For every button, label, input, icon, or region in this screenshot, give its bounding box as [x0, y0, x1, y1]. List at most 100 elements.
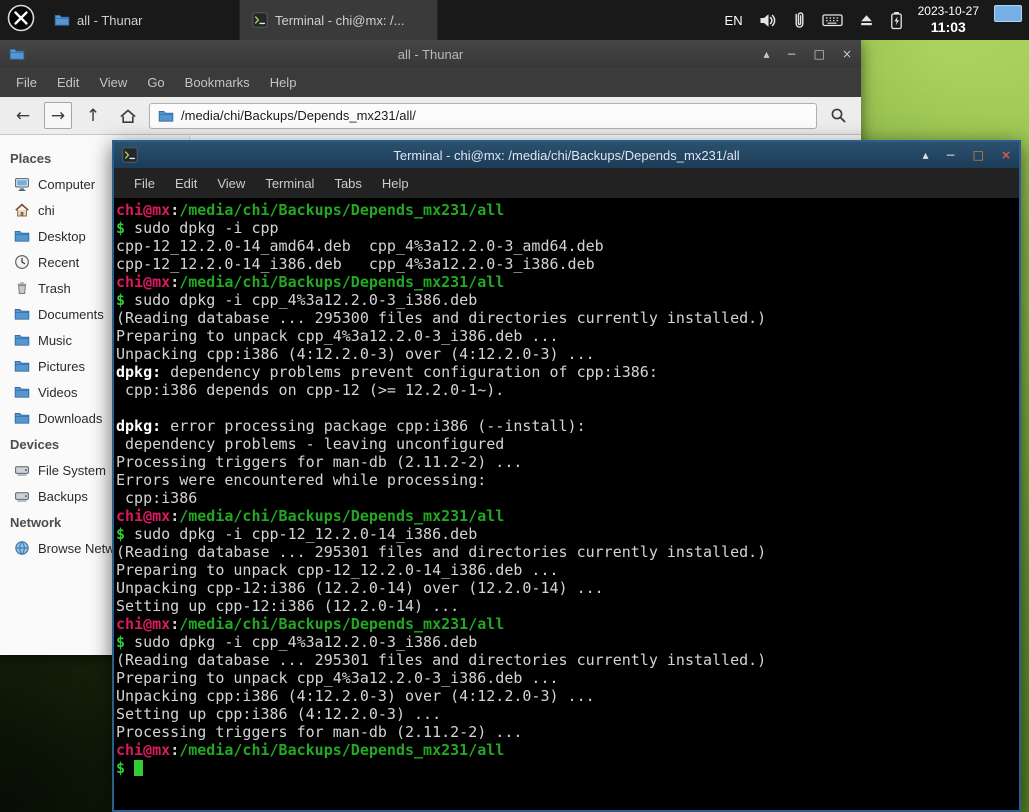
panel-time: 11:03: [930, 18, 966, 35]
sidebar-item-label: Trash: [38, 280, 71, 296]
screenshot-widget-icon[interactable]: [994, 5, 1022, 22]
forward-button[interactable]: →: [44, 102, 72, 129]
up-button[interactable]: ↑: [79, 102, 107, 129]
terminal-line: Unpacking cpp:i386 (4:12.2.0-3) over (4:…: [116, 345, 595, 363]
sidebar-item-label: Desktop: [38, 228, 86, 244]
terminal-line: Setting up cpp:i386 (4:12.2.0-3) ...: [116, 705, 442, 723]
thunar-menu-go[interactable]: Go: [137, 71, 174, 94]
thunar-titlebar[interactable]: all - Thunar ▴ − □ ×: [0, 40, 861, 68]
maximize-button[interactable]: □: [814, 47, 825, 61]
terminal-line: chi@mx:/media/chi/Backups/Depends_mx231/…: [116, 615, 505, 633]
thunar-toolbar: ← → ↑ /media/chi/Backups/Depends_mx231/a…: [0, 97, 861, 135]
folder-icon: [158, 108, 174, 124]
terminal-icon: [252, 12, 268, 28]
terminal-line: dpkg: dependency problems prevent config…: [116, 363, 658, 381]
folder-icon: [14, 332, 30, 348]
terminal-cursor: [134, 760, 144, 776]
taskbar-item-thunar[interactable]: all - Thunar: [42, 0, 240, 40]
terminal-output[interactable]: chi@mx:/media/chi/Backups/Depends_mx231/…: [114, 198, 1019, 810]
sidebar-item-label: chi: [38, 202, 55, 218]
terminal-icon: [122, 147, 138, 163]
minimize-button[interactable]: −: [787, 47, 797, 61]
thunar-menu-view[interactable]: View: [89, 71, 137, 94]
clipboard-icon[interactable]: [792, 11, 807, 30]
thunar-window-controls: ▴ − □ ×: [764, 47, 853, 61]
sidebar-item-label: Backups: [38, 488, 88, 504]
search-button[interactable]: [824, 102, 852, 129]
thunar-menu-help[interactable]: Help: [260, 71, 307, 94]
sidebar-item-label: Recent: [38, 254, 80, 270]
location-path: /media/chi/Backups/Depends_mx231/all/: [181, 108, 416, 123]
terminal-titlebar[interactable]: Terminal - chi@mx: /media/chi/Backups/De…: [114, 142, 1019, 168]
thunar-menubar: File Edit View Go Bookmarks Help: [0, 68, 861, 97]
terminal-line: cpp-12_12.2.0-14_amd64.deb cpp_4%3a12.2.…: [116, 237, 604, 255]
keyboard-icon[interactable]: [821, 12, 843, 28]
close-button[interactable]: ×: [1001, 148, 1011, 162]
terminal-line: Processing triggers for man-db (2.11.2-2…: [116, 723, 523, 741]
terminal-menu-edit[interactable]: Edit: [165, 171, 207, 196]
close-button[interactable]: ×: [842, 47, 852, 61]
terminal-menu-file[interactable]: File: [124, 171, 165, 196]
sidebar-item-label: Videos: [38, 384, 78, 400]
minimize-button[interactable]: −: [946, 148, 956, 162]
keyboard-layout-indicator[interactable]: EN: [725, 13, 743, 28]
thunar-menu-edit[interactable]: Edit: [47, 71, 89, 94]
terminal-menu-view[interactable]: View: [207, 171, 255, 196]
folder-icon: [14, 306, 30, 322]
terminal-line: Unpacking cpp:i386 (4:12.2.0-3) over (4:…: [116, 687, 595, 705]
clock[interactable]: 2023-10-27 11:03: [918, 4, 979, 35]
terminal-line: chi@mx:/media/chi/Backups/Depends_mx231/…: [116, 507, 505, 525]
terminal-line: chi@mx:/media/chi/Backups/Depends_mx231/…: [116, 201, 505, 219]
thunar-menu-file[interactable]: File: [6, 71, 47, 94]
trash-icon: [14, 280, 30, 296]
sidebar-item-label: Pictures: [38, 358, 85, 374]
thunar-icon: [9, 46, 25, 62]
terminal-line: $ sudo dpkg -i cpp: [116, 219, 279, 237]
drive-icon: [14, 488, 30, 504]
terminal-line: Unpacking cpp-12:i386 (12.2.0-14) over (…: [116, 579, 604, 597]
terminal-menu-tabs[interactable]: Tabs: [324, 171, 371, 196]
terminal-line: $ sudo dpkg -i cpp-12_12.2.0-14_i386.deb: [116, 525, 478, 543]
volume-icon[interactable]: [758, 11, 777, 30]
terminal-line: Setting up cpp-12:i386 (12.2.0-14) ...: [116, 597, 460, 615]
task-label: all - Thunar: [77, 12, 143, 28]
terminal-menu-help[interactable]: Help: [372, 171, 419, 196]
terminal-line: dependency problems - leaving unconfigur…: [116, 435, 505, 453]
terminal-line: Errors were encountered while processing…: [116, 471, 487, 489]
panel-left: all - Thunar Terminal - chi@mx: /...: [0, 0, 438, 40]
terminal-line: Processing triggers for man-db (2.11.2-2…: [116, 453, 523, 471]
location-bar[interactable]: /media/chi/Backups/Depends_mx231/all/: [149, 102, 817, 129]
taskbar-item-terminal[interactable]: Terminal - chi@mx: /...: [240, 0, 438, 40]
folder-icon: [14, 358, 30, 374]
maximize-button[interactable]: □: [973, 148, 984, 162]
home-button[interactable]: [114, 102, 142, 129]
task-label: Terminal - chi@mx: /...: [275, 12, 405, 28]
shade-button[interactable]: ▴: [923, 148, 929, 162]
terminal-line: (Reading database ... 295301 files and d…: [116, 543, 767, 561]
shade-button[interactable]: ▴: [764, 47, 770, 61]
terminal-line: $ sudo dpkg -i cpp_4%3a12.2.0-3_i386.deb: [116, 633, 478, 651]
terminal-window-title: Terminal - chi@mx: /media/chi/Backups/De…: [393, 147, 740, 163]
sidebar-item-label: Downloads: [38, 410, 103, 426]
terminal-line: $: [116, 759, 1017, 777]
back-button[interactable]: ←: [9, 102, 37, 129]
terminal-menu-terminal[interactable]: Terminal: [255, 171, 324, 196]
home-icon: [14, 202, 30, 218]
drive-icon: [14, 462, 30, 478]
sidebar-item-label: Computer: [38, 176, 96, 192]
mx-logo-icon: [6, 3, 36, 38]
panel-date: 2023-10-27: [917, 4, 979, 19]
mx-menu-button[interactable]: [0, 0, 42, 40]
eject-icon[interactable]: [858, 12, 875, 29]
computer-icon: [14, 176, 30, 192]
terminal-line: Preparing to unpack cpp_4%3a12.2.0-3_i38…: [116, 669, 559, 687]
thunar-menu-bookmarks[interactable]: Bookmarks: [175, 71, 260, 94]
terminal-menubar: File Edit View Terminal Tabs Help: [114, 168, 1019, 198]
terminal-window: Terminal - chi@mx: /media/chi/Backups/De…: [112, 140, 1021, 812]
terminal-line: dpkg: error processing package cpp:i386 …: [116, 417, 586, 435]
terminal-line: (Reading database ... 295301 files and d…: [116, 651, 767, 669]
terminal-line: (Reading database ... 295300 files and d…: [116, 309, 767, 327]
battery-icon[interactable]: [890, 11, 903, 30]
terminal-line: cpp:i386: [116, 489, 198, 507]
sidebar-item-label: Documents: [38, 306, 104, 322]
